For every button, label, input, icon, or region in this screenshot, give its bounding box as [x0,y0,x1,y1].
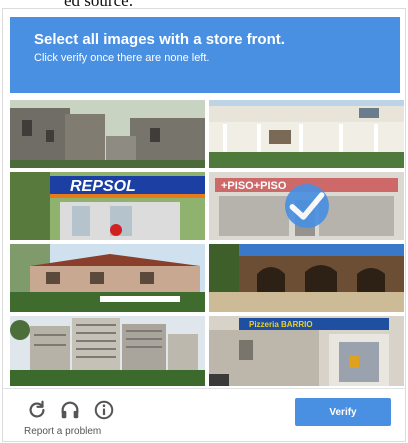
challenge-header: Select all images with a store front. Cl… [10,17,400,93]
challenge-subtitle: Click verify once there are none left. [34,52,210,64]
report-problem-link[interactable]: Report a problem [24,426,101,437]
image-tile-6[interactable] [209,244,404,312]
challenge-title: Select all images with a store front. [34,31,285,48]
image-tile-8[interactable]: Pizzeria BARRIO [209,316,404,386]
pizzeria-sign-text: Pizzeria BARRIO [249,320,313,329]
selected-check-badge [284,184,329,228]
verify-button[interactable]: Verify [295,398,391,426]
headphones-icon[interactable] [59,399,81,421]
pizzeria-storefront-image: Pizzeria BARRIO [209,316,404,386]
gas-station-image: REPSOL [10,172,205,240]
image-tile-5[interactable] [10,244,205,312]
stone-arches-image [209,244,404,312]
stone-castle-image [10,100,205,168]
white-house-porch-image [209,100,404,168]
image-tile-2[interactable] [209,100,404,168]
red-roof-house-image [10,244,205,312]
info-icon[interactable] [93,399,115,421]
apartment-towers-image [10,316,205,386]
image-tile-7[interactable] [10,316,205,386]
image-tile-1[interactable] [10,100,205,168]
image-tile-4[interactable]: +PISO+PISO [209,172,404,240]
reload-icon[interactable] [26,399,48,421]
challenge-keyword: store front [205,31,281,48]
repsol-sign-text: REPSOL [70,178,136,195]
image-grid: REPSOL +PISO+PISO Pizzeria BARRIO [10,100,404,386]
footer-divider [2,388,406,389]
image-tile-3[interactable]: REPSOL [10,172,205,240]
checkmark-icon [289,192,324,220]
